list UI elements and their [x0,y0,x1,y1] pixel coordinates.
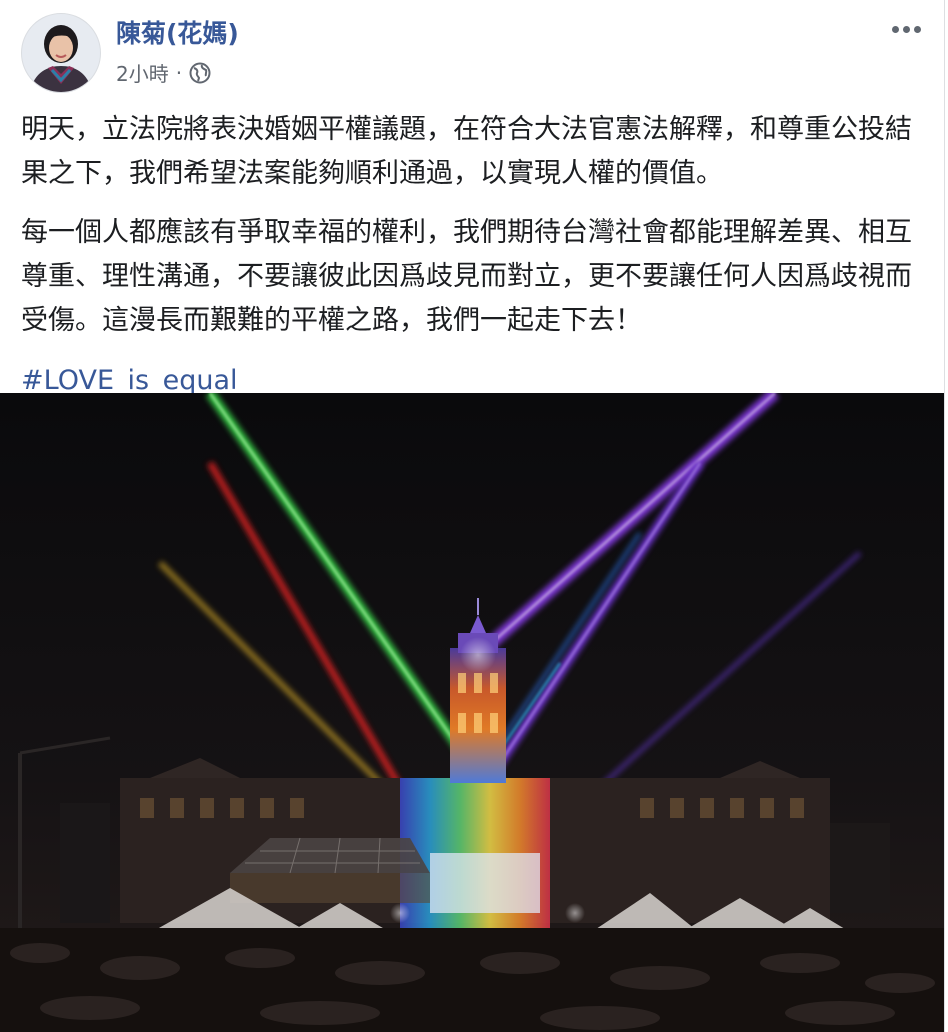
avatar-portrait-icon [22,14,100,92]
facebook-post: 陳菊(花媽) 2小時 · 明天，立法院將表決婚姻平權議題，在符合大法官憲法解釋，… [0,0,945,1032]
globe-icon[interactable] [189,62,211,84]
post-paragraph-2: 每一個人都應該有爭取幸福的權利，我們期待台灣社會都能理解差異、相互尊重、理性溝通… [21,217,912,336]
post-meta: 2小時 · [116,58,211,87]
post-photo[interactable] [0,393,944,1032]
laser-show-photo-image [0,393,944,1032]
meta-separator: · [175,60,183,85]
post-timestamp-link[interactable]: 2小時 [116,58,169,87]
post-header: 陳菊(花媽) 2小時 · [0,0,944,100]
author-avatar[interactable] [21,13,101,93]
more-options-icon[interactable] [886,14,926,44]
author-name-link[interactable]: 陳菊(花媽) [116,14,239,50]
post-paragraph-1: 明天，立法院將表決婚姻平權議題，在符合大法官憲法解釋，和尊重公投結果之下，我們希… [21,114,912,189]
post-message: 明天，立法院將表決婚姻平權議題，在符合大法官憲法解釋，和尊重公投結果之下，我們希… [21,108,926,403]
